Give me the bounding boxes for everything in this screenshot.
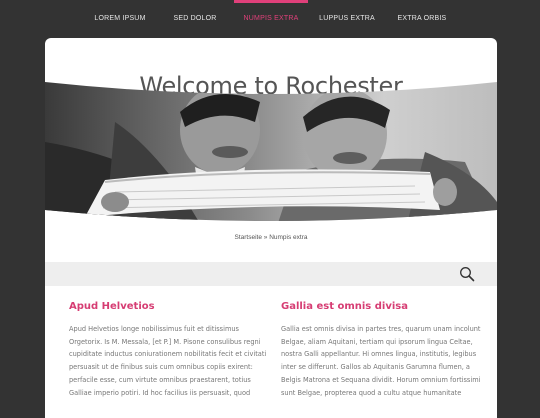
search-icon[interactable] (459, 266, 475, 282)
nav-item-sed-dolor[interactable]: SED DOLOR (162, 0, 228, 38)
nav-item-numpis-extra[interactable]: NUMPIS EXTRA (234, 0, 308, 38)
nav-item-luppus-extra[interactable]: LUPPUS EXTRA (314, 0, 380, 38)
content-card: Welcome to Rochester Startseite » Numpis… (45, 38, 497, 418)
nav-item-lorem-ipsum[interactable]: LOREM IPSUM (88, 0, 152, 38)
breadcrumb-home-link[interactable]: Startseite (234, 234, 261, 241)
search-bar (45, 262, 497, 286)
breadcrumb: Startseite » Numpis extra (45, 234, 497, 241)
content-column-right: Gallia est omnis divisa Gallia est omnis… (281, 300, 481, 399)
breadcrumb-current: Numpis extra (269, 234, 308, 241)
column-body: Apud Helvetios longe nobilissimus fuit e… (69, 325, 267, 397)
top-navigation: LOREM IPSUM SED DOLOR NUMPIS EXTRA LUPPU… (0, 0, 540, 38)
nav-item-extra-orbis[interactable]: EXTRA ORBIS (390, 0, 454, 38)
content-column-left: Apud Helvetios Apud Helvetios longe nobi… (69, 300, 269, 399)
hero-image (45, 82, 497, 221)
column-body: Gallia est omnis divisa in partes tres, … (281, 325, 481, 397)
column-heading: Apud Helvetios (69, 301, 155, 312)
breadcrumb-separator: » (263, 234, 268, 241)
column-heading: Gallia est omnis divisa (281, 301, 408, 312)
